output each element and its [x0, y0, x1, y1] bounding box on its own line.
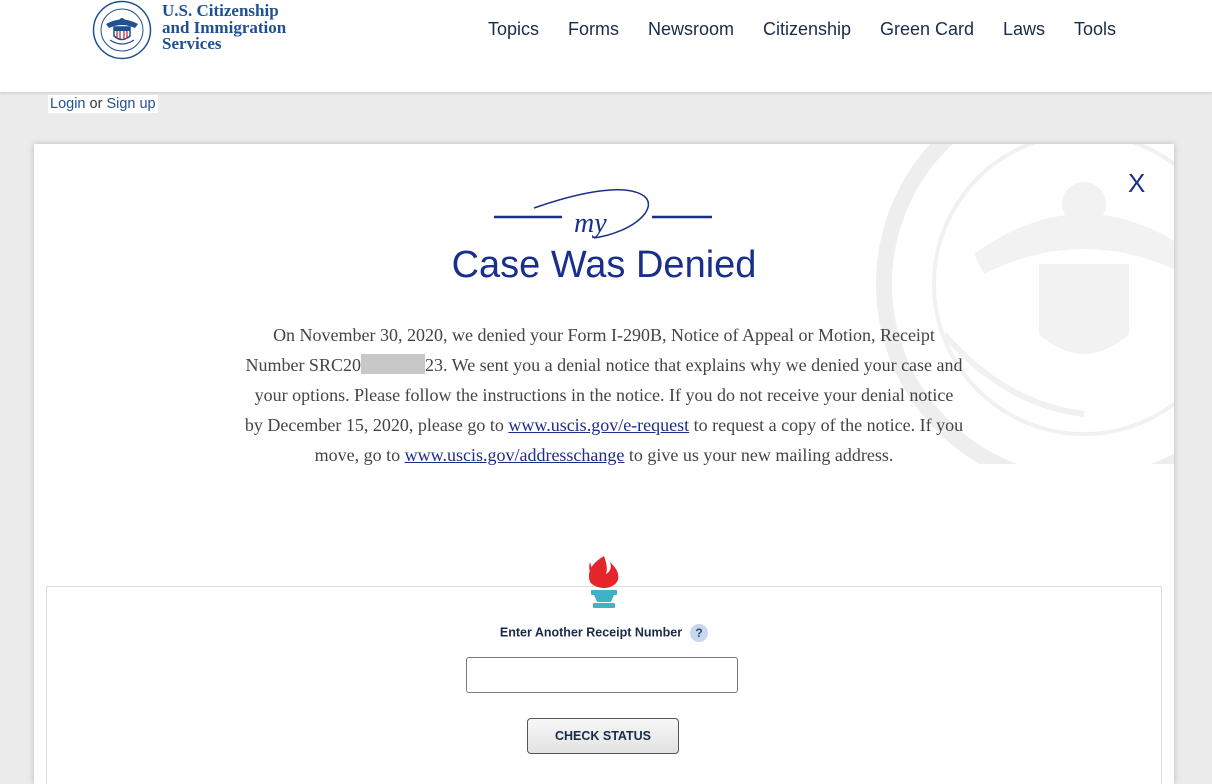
close-button[interactable]: X	[1128, 168, 1145, 199]
help-icon[interactable]: ?	[690, 624, 709, 642]
description-text-4: to give us your new mailing address.	[624, 445, 894, 465]
address-change-link[interactable]: www.uscis.gov/addresschange	[405, 445, 625, 465]
agency-name-line-3: Services	[162, 34, 222, 53]
login-separator: or	[85, 96, 107, 112]
nav-laws[interactable]: Laws	[1003, 19, 1045, 40]
case-status-modal: X my Case Was Denied On November 30, 202…	[34, 144, 1174, 784]
case-status-title: Case Was Denied	[451, 244, 757, 286]
check-status-button[interactable]: CHECK STATUS	[527, 718, 679, 754]
nav-forms[interactable]: Forms	[568, 19, 619, 40]
agency-name[interactable]: U.S. Citizenship and Immigration Service…	[162, 2, 286, 53]
dhs-seal-icon[interactable]	[92, 0, 152, 60]
nav-green-card[interactable]: Green Card	[880, 19, 974, 40]
my-logo-text: my	[574, 208, 607, 239]
nav-newsroom[interactable]: Newsroom	[648, 19, 734, 40]
nav-tools[interactable]: Tools	[1074, 19, 1116, 40]
login-bar: Login or Sign up	[48, 95, 158, 113]
e-request-link[interactable]: www.uscis.gov/e-request	[508, 415, 689, 435]
receipt-number-input[interactable]	[466, 657, 738, 693]
case-status-description: On November 30, 2020, we denied your For…	[244, 320, 964, 470]
site-header: U.S. Citizenship and Immigration Service…	[0, 0, 1212, 92]
my-uscis-logo-icon: my	[494, 189, 712, 239]
signup-link[interactable]: Sign up	[106, 96, 155, 112]
nav-citizenship[interactable]: Citizenship	[763, 19, 851, 40]
nav-topics[interactable]: Topics	[488, 19, 539, 40]
redacted-receipt-digits	[360, 354, 425, 374]
receipt-number-label: Enter Another Receipt Number?	[34, 624, 1174, 642]
receipt-label-text: Enter Another Receipt Number	[499, 625, 683, 640]
login-link[interactable]: Login	[50, 96, 85, 112]
torch-icon	[588, 556, 619, 608]
